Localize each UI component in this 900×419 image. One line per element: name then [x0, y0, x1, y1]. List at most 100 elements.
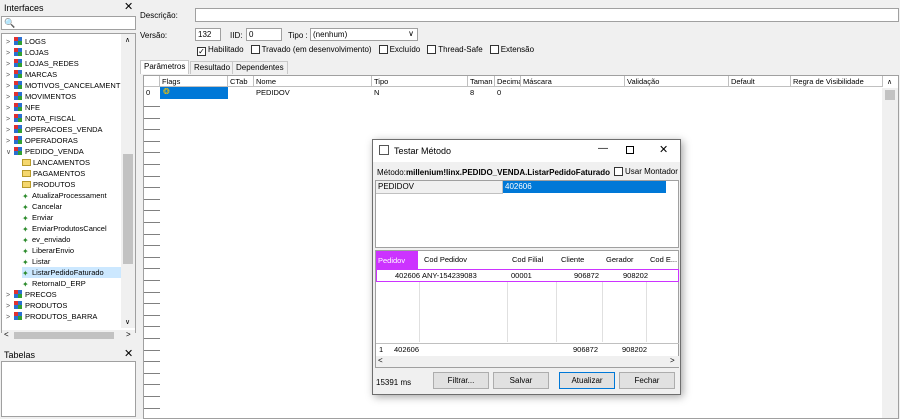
grid-vscrollbar[interactable] — [882, 88, 898, 418]
grid-header-mascara[interactable]: Máscara — [521, 76, 625, 87]
tree-item[interactable]: > OPERADORAS — [6, 135, 124, 146]
grid-header-validacao[interactable]: Validação — [625, 76, 729, 87]
grid-header-flags[interactable]: Flags — [160, 76, 228, 87]
grid-header-default[interactable]: Default — [729, 76, 791, 87]
grid-scroll-up-icon[interactable]: ∧ — [887, 78, 892, 86]
search-box[interactable]: 🔍 — [1, 16, 136, 30]
checkbox-box[interactable] — [250, 45, 260, 54]
close-icon[interactable]: ✕ — [124, 2, 133, 13]
checkbox-box[interactable] — [427, 45, 437, 54]
tab-dependentes[interactable]: Dependentes — [232, 61, 288, 74]
tree-item[interactable]: PAGAMENTOS — [22, 168, 135, 179]
chevron-right-icon[interactable]: > — [6, 312, 14, 323]
result-header-cod-pedidov[interactable]: Cod Pedidov — [424, 254, 467, 265]
checkbox-box[interactable] — [378, 45, 388, 54]
dialog-titlebar[interactable]: Testar Método — ✕ — [373, 140, 680, 162]
salvar-button[interactable]: Salvar — [493, 372, 549, 389]
tab-resultado[interactable]: Resultado — [190, 61, 235, 74]
tree-item[interactable]: PRODUTOS — [22, 179, 135, 190]
grid-header-tamanho[interactable]: Taman — [468, 76, 495, 87]
scroll-thumb[interactable] — [123, 154, 133, 264]
tree-item[interactable]: ✦ RetornaID_ERP — [22, 278, 135, 289]
tree-item[interactable]: > PRODUTOS — [6, 300, 124, 311]
checkbox-option[interactable]: Thread-Safe — [427, 45, 483, 54]
param-value-cell[interactable]: 402606 — [503, 181, 666, 193]
scroll-down-icon[interactable]: ∨ — [125, 318, 130, 326]
flags-cell[interactable]: ❂ — [160, 87, 228, 99]
tree-item[interactable]: ✦ Enviar — [22, 212, 135, 223]
atualizar-button[interactable]: Atualizar — [559, 372, 615, 389]
folder-icon — [22, 181, 31, 188]
result-header-pedidov[interactable]: Pedidov — [376, 251, 418, 269]
result-header-cod-e[interactable]: Cod E... — [650, 254, 677, 265]
tree-item[interactable]: ✦ ev_enviado — [22, 234, 135, 245]
search-input[interactable] — [16, 17, 134, 29]
tipo-select[interactable]: (nenhum) ∨ — [310, 28, 418, 41]
scroll-right-icon[interactable]: > — [670, 356, 675, 365]
checkbox-checked-icon[interactable]: ✓ — [197, 47, 206, 56]
filtrar-button[interactable]: Filtrar... — [433, 372, 489, 389]
tree-item[interactable]: > MOVIMENTOS — [6, 91, 124, 102]
scroll-up-icon[interactable]: ∧ — [125, 36, 130, 44]
minimize-icon[interactable]: — — [598, 143, 608, 154]
tree-item-label: EnviarProdutosCancel — [32, 224, 107, 233]
descricao-input[interactable] — [195, 8, 899, 22]
iid-input[interactable] — [246, 28, 282, 41]
search-icon: 🔍 — [4, 18, 16, 28]
tab-parametros[interactable]: Parâmetros — [140, 60, 190, 74]
tree-item[interactable]: > LOJAS_REDES — [6, 58, 124, 69]
checkbox-option[interactable]: Excluído — [378, 45, 420, 54]
tree-item[interactable]: ✦ AtualizaProcessament — [22, 190, 135, 201]
grid-row-line — [144, 384, 160, 386]
result-header-cliente[interactable]: Cliente — [561, 254, 584, 265]
tree-vscrollbar[interactable]: ∧ ∨ — [121, 34, 135, 328]
grid-header-regra[interactable]: Regra de Visibilidade — [791, 76, 883, 87]
grid-header-decimais[interactable]: Decima — [495, 76, 521, 87]
checkbox-option[interactable]: Travado (em desenvolvimento) — [250, 45, 372, 54]
tree-hscrollbar[interactable]: < > — [2, 330, 135, 341]
tree-item[interactable]: > PRODUTOS_BARRA — [6, 311, 124, 322]
tree-item[interactable]: > PRECOS — [6, 289, 124, 300]
tree-item[interactable]: LANCAMENTOS — [22, 157, 135, 168]
tree-item[interactable]: > LOJAS — [6, 47, 124, 58]
tree-item[interactable]: > LOGS — [6, 36, 124, 47]
scroll-left-icon[interactable]: < — [378, 356, 383, 365]
grid-scroll-thumb[interactable] — [885, 90, 895, 100]
maximize-icon[interactable] — [626, 146, 634, 154]
checkbox-box[interactable] — [489, 45, 499, 54]
table-row[interactable]: 0 ❂ PEDIDOV N 8 0 — [144, 87, 882, 99]
grid-header-ctab[interactable]: CTab — [228, 76, 254, 87]
result-header-gerador[interactable]: Gerador — [606, 254, 634, 265]
tree-item[interactable]: ∨ PEDIDO_VENDA — [6, 146, 124, 157]
tree-item[interactable]: > OPERACOES_VENDA — [6, 124, 124, 135]
table-row[interactable]: 402606 ANY-154239083 00001 906872 908202 — [376, 269, 679, 282]
tree-item[interactable]: ✦ Cancelar — [22, 201, 135, 212]
close-icon[interactable]: ✕ — [124, 349, 133, 360]
checkbox-label: Thread-Safe — [438, 45, 483, 54]
result-header-cod-filial[interactable]: Cod Filial — [512, 254, 543, 265]
interface-icon — [14, 136, 23, 144]
tree-item[interactable]: > NFE — [6, 102, 124, 113]
fechar-button[interactable]: Fechar — [619, 372, 675, 389]
grid-header-tipo[interactable]: Tipo — [372, 76, 468, 87]
scroll-right-icon[interactable]: > — [126, 330, 131, 339]
checkbox-option[interactable]: Extensão — [489, 45, 534, 54]
tree-item[interactable]: ✦ EnviarProdutosCancel — [22, 223, 135, 234]
hscroll-thumb[interactable] — [14, 332, 114, 339]
close-icon[interactable]: ✕ — [659, 143, 668, 156]
tree-item[interactable]: > NOTA_FISCAL — [6, 113, 124, 124]
tree-item[interactable]: ✦ LiberarEnvio — [22, 245, 135, 256]
tree-item[interactable]: > MARCAS — [6, 69, 124, 80]
tree-item[interactable]: ✦ ListarPedidoFaturado — [22, 267, 135, 278]
scroll-left-icon[interactable]: < — [4, 330, 9, 339]
checkbox-box[interactable] — [614, 167, 623, 176]
row-index: 0 — [146, 88, 151, 97]
tree-item[interactable]: ✦ Listar — [22, 256, 135, 267]
checkbox-option[interactable]: ✓ Habilitado — [197, 45, 244, 56]
results-hscrollbar[interactable]: < > — [376, 356, 679, 367]
chevron-down-icon[interactable]: ∨ — [6, 147, 14, 158]
tree-item[interactable]: > MOTIVOS_CANCELAMENT — [6, 80, 124, 91]
usar-montador-checkbox[interactable]: Usar Montador — [614, 167, 678, 176]
grid-header-nome[interactable]: Nome — [254, 76, 372, 87]
versao-input[interactable] — [195, 28, 221, 41]
